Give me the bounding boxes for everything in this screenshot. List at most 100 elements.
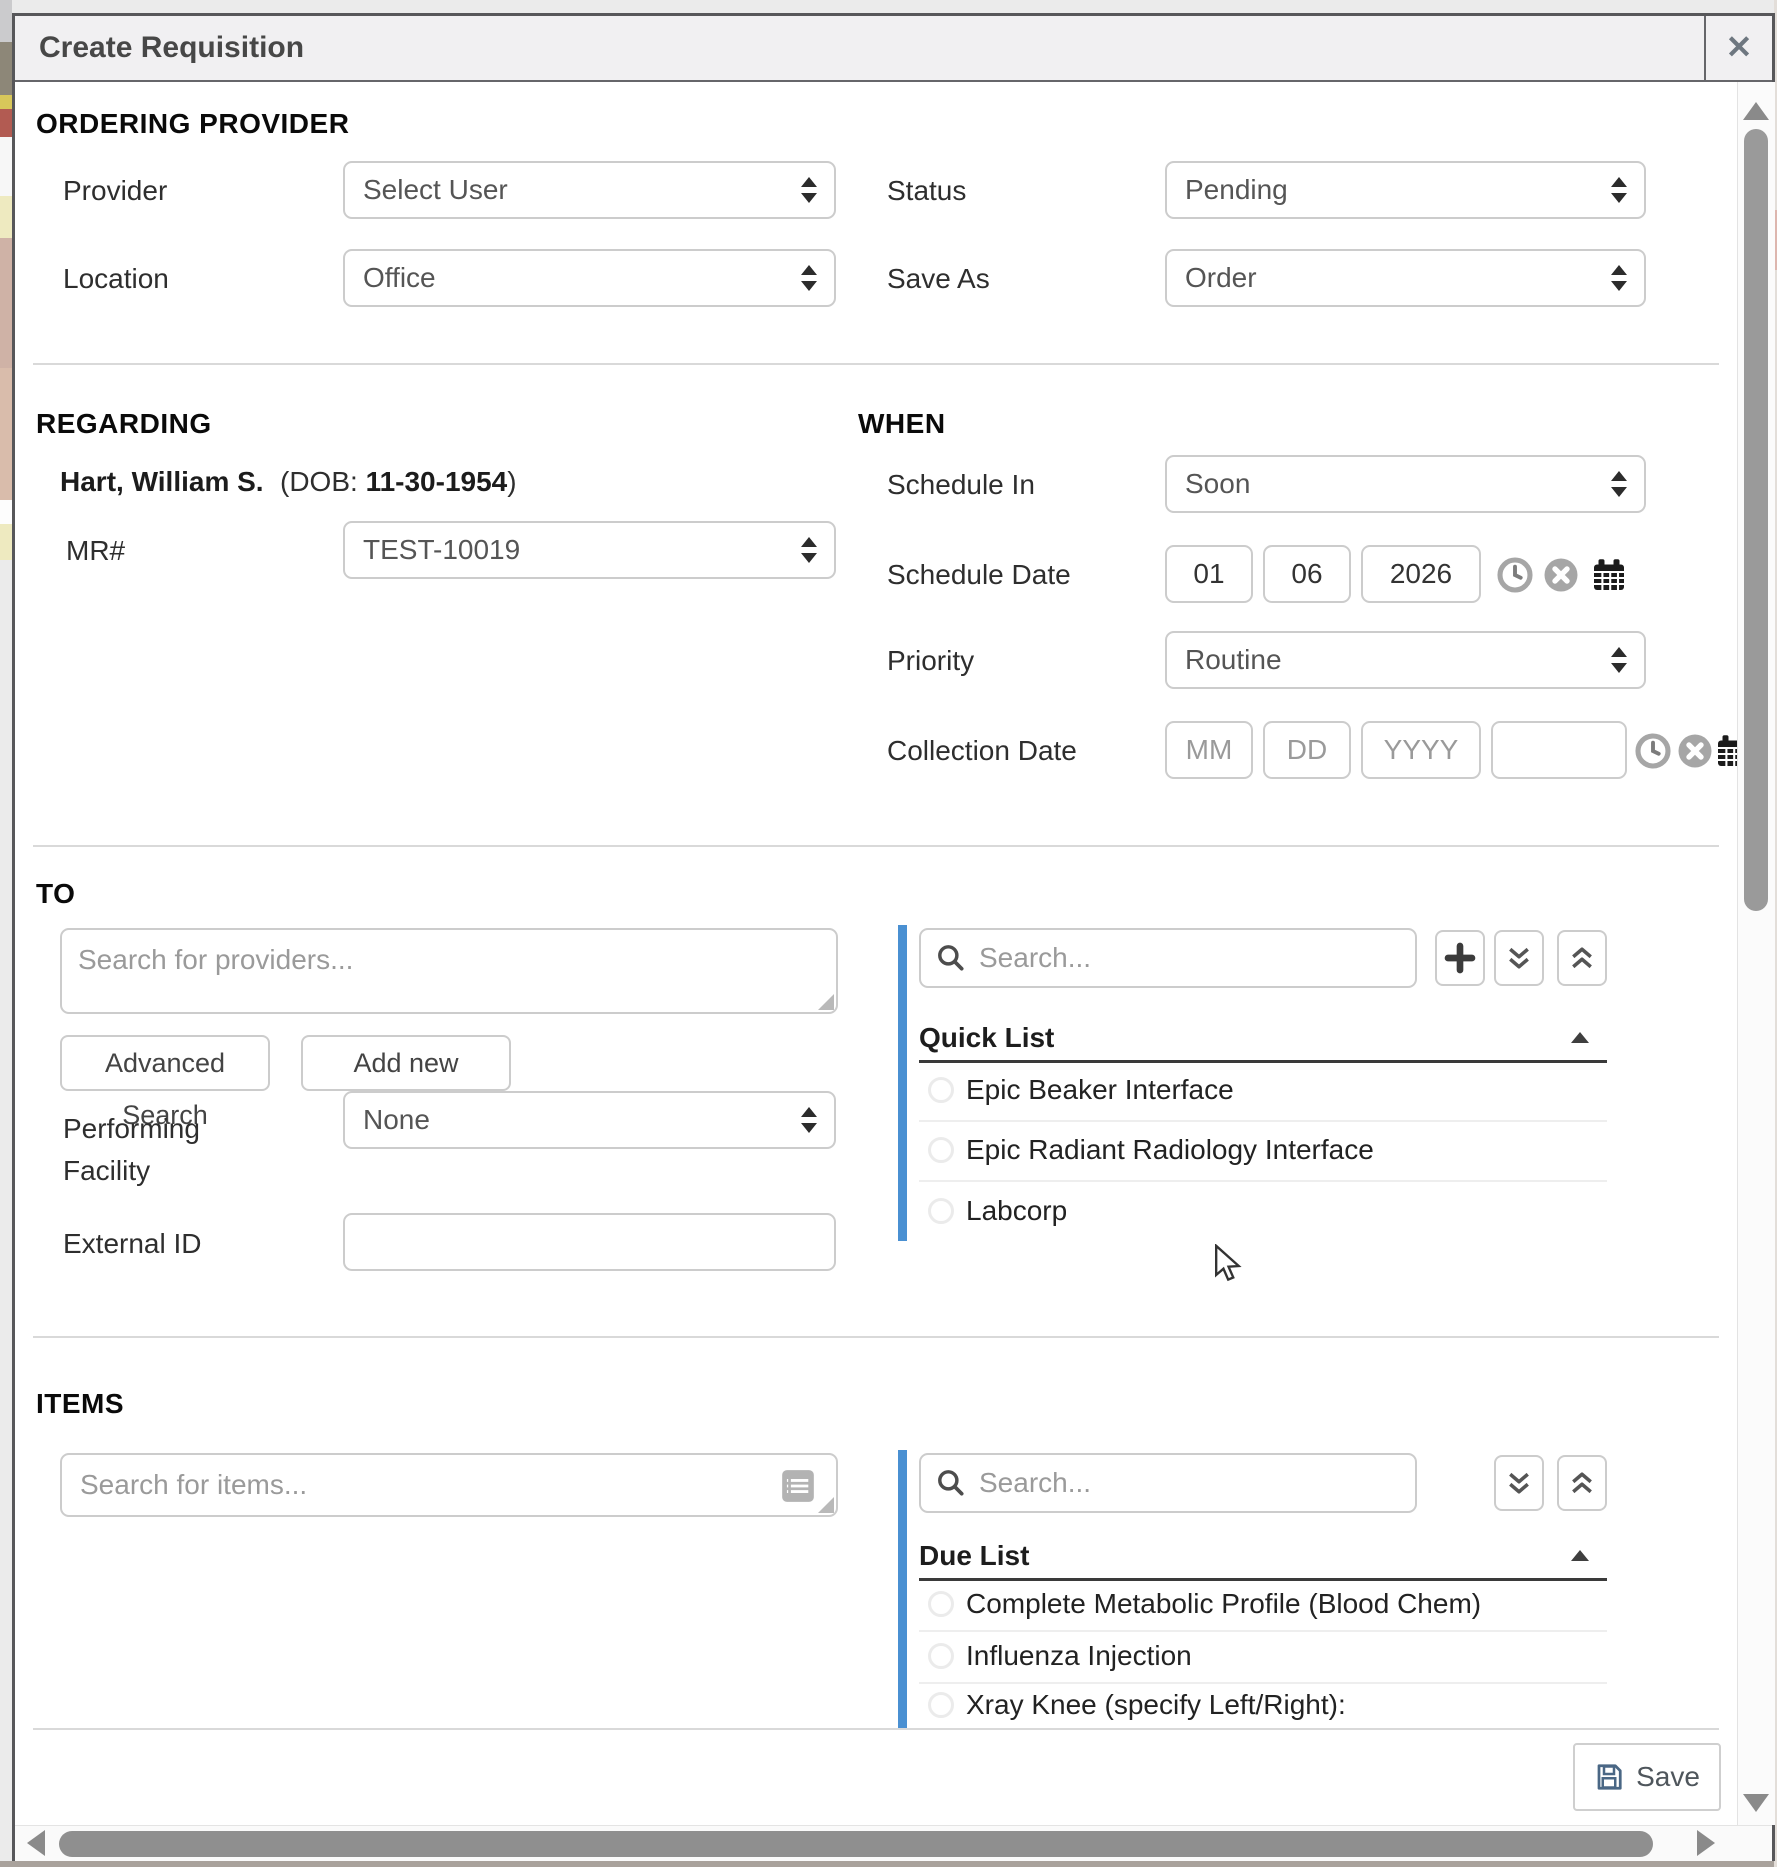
schedule-in-label: Schedule In <box>887 469 1035 501</box>
due-list-item-label: Complete Metabolic Profile (Blood Chem) <box>966 1588 1481 1620</box>
due-list-item[interactable]: Influenza Injection <box>919 1632 1607 1684</box>
ordering-provider-heading: ORDERING PROVIDER <box>36 108 349 140</box>
resize-grip-icon[interactable] <box>818 994 834 1010</box>
patient-name: Hart, William S. <box>60 466 264 498</box>
priority-label: Priority <box>887 645 974 677</box>
section-divider <box>33 845 1719 847</box>
radio-icon[interactable] <box>928 1137 954 1163</box>
item-search <box>60 1453 838 1517</box>
select-arrows-icon <box>1611 647 1626 673</box>
select-arrows-icon <box>1611 471 1626 497</box>
footer-divider <box>33 1728 1719 1730</box>
close-icon[interactable]: ✕ <box>1704 16 1772 80</box>
schedule-day-input[interactable] <box>1263 545 1351 603</box>
clock-icon[interactable] <box>1497 557 1533 598</box>
quick-list-item[interactable]: Labcorp <box>919 1182 1607 1242</box>
create-requisition-dialog: Create Requisition ✕ ORDERING PROVIDER P… <box>12 13 1775 1861</box>
radio-icon[interactable] <box>928 1198 954 1224</box>
performing-facility-label-line1: Performing <box>63 1108 200 1150</box>
provider-search-input[interactable] <box>60 928 838 1014</box>
performing-facility-select-value: None <box>363 1104 430 1135</box>
schedule-year-input[interactable] <box>1361 545 1481 603</box>
performing-facility-label-line2: Facility <box>63 1150 200 1192</box>
item-search-input[interactable] <box>78 1457 766 1513</box>
advanced-search-button[interactable]: Advanced Search <box>60 1035 270 1091</box>
scroll-left-arrow[interactable] <box>27 1830 45 1856</box>
dialog-titlebar: Create Requisition <box>15 16 1772 82</box>
save-as-select[interactable]: Order <box>1165 249 1646 307</box>
radio-icon[interactable] <box>928 1591 954 1617</box>
select-arrows-icon <box>1611 265 1626 291</box>
provider-select[interactable]: Select User <box>343 161 836 219</box>
scroll-down-arrow[interactable] <box>1743 1794 1769 1812</box>
item-quick-search-input[interactable] <box>977 1457 1405 1509</box>
select-arrows-icon <box>801 1107 816 1133</box>
performing-facility-label: Performing Facility <box>63 1108 200 1192</box>
section-divider <box>33 1336 1719 1338</box>
performing-facility-select[interactable]: None <box>343 1091 836 1149</box>
floppy-disk-icon <box>1594 1762 1624 1792</box>
scroll-up-arrow[interactable] <box>1743 102 1769 120</box>
mr-label: MR# <box>66 535 125 567</box>
collection-year-input[interactable] <box>1361 721 1481 779</box>
horizontal-scrollbar-thumb[interactable] <box>59 1831 1653 1857</box>
dialog-title: Create Requisition <box>39 16 304 80</box>
priority-select[interactable]: Routine <box>1165 631 1646 689</box>
radio-icon[interactable] <box>928 1643 954 1669</box>
quick-list-heading: Quick List <box>919 1022 1054 1054</box>
search-icon <box>935 1467 967 1504</box>
quick-list-item[interactable]: Epic Radiant Radiology Interface <box>919 1122 1607 1182</box>
external-id-input[interactable] <box>343 1213 836 1271</box>
location-label: Location <box>63 263 169 295</box>
clear-date-icon[interactable] <box>1677 733 1713 774</box>
schedule-in-select-value: Soon <box>1185 468 1250 499</box>
collection-time-input[interactable] <box>1491 721 1627 779</box>
chevron-double-up-icon[interactable] <box>1557 1455 1607 1511</box>
due-list-item-label: Xray Knee (specify Left/Right): <box>966 1689 1346 1721</box>
schedule-in-select[interactable]: Soon <box>1165 455 1646 513</box>
add-new-provider-button[interactable]: Add new provider <box>301 1035 511 1091</box>
calendar-icon-clipped[interactable] <box>1715 733 1737 773</box>
schedule-month-input[interactable] <box>1165 545 1253 603</box>
status-label: Status <box>887 175 966 207</box>
to-heading: TO <box>36 878 75 910</box>
collection-day-input[interactable] <box>1263 721 1351 779</box>
save-button[interactable]: Save <box>1573 1743 1721 1811</box>
status-select-value: Pending <box>1185 174 1288 205</box>
due-list-item-label: Influenza Injection <box>966 1640 1192 1672</box>
dob-prefix: (DOB: <box>280 466 358 497</box>
collapse-triangle-icon[interactable] <box>1571 1032 1589 1043</box>
clear-date-icon[interactable] <box>1543 557 1579 598</box>
add-button[interactable] <box>1435 930 1485 986</box>
scroll-right-arrow[interactable] <box>1697 1830 1715 1856</box>
quick-list-item-label: Labcorp <box>966 1195 1067 1227</box>
location-select[interactable]: Office <box>343 249 836 307</box>
provider-label: Provider <box>63 175 167 207</box>
chevron-double-up-icon[interactable] <box>1557 930 1607 986</box>
calendar-icon[interactable] <box>1591 557 1627 598</box>
chevron-double-down-icon[interactable] <box>1494 1455 1544 1511</box>
dob-suffix: ) <box>507 466 516 497</box>
radio-icon[interactable] <box>928 1077 954 1103</box>
collapse-triangle-icon[interactable] <box>1571 1550 1589 1561</box>
section-divider <box>33 363 1719 365</box>
chevron-double-down-icon[interactable] <box>1494 930 1544 986</box>
radio-icon[interactable] <box>928 1692 954 1718</box>
resize-grip-icon[interactable] <box>818 1497 834 1513</box>
provider-quick-search-input[interactable] <box>977 932 1405 984</box>
quick-list-item[interactable]: Epic Beaker Interface <box>919 1062 1607 1122</box>
external-id-label: External ID <box>63 1228 202 1260</box>
due-list-item[interactable]: Complete Metabolic Profile (Blood Chem) <box>919 1580 1607 1632</box>
clock-icon[interactable] <box>1635 733 1671 774</box>
due-list-accent-bar <box>898 1450 907 1728</box>
due-list-item[interactable]: Xray Knee (specify Left/Right): <box>919 1684 1607 1728</box>
patient-dob: (DOB: 11-30-1954) <box>280 466 517 498</box>
collection-month-input[interactable] <box>1165 721 1253 779</box>
vertical-scrollbar-thumb[interactable] <box>1744 129 1768 911</box>
mr-select[interactable]: TEST-10019 <box>343 521 836 579</box>
provider-quick-search <box>919 928 1417 988</box>
item-list-icon[interactable] <box>778 1467 818 1510</box>
save-as-label: Save As <box>887 263 990 295</box>
status-select[interactable]: Pending <box>1165 161 1646 219</box>
collection-date-label: Collection Date <box>887 735 1077 767</box>
